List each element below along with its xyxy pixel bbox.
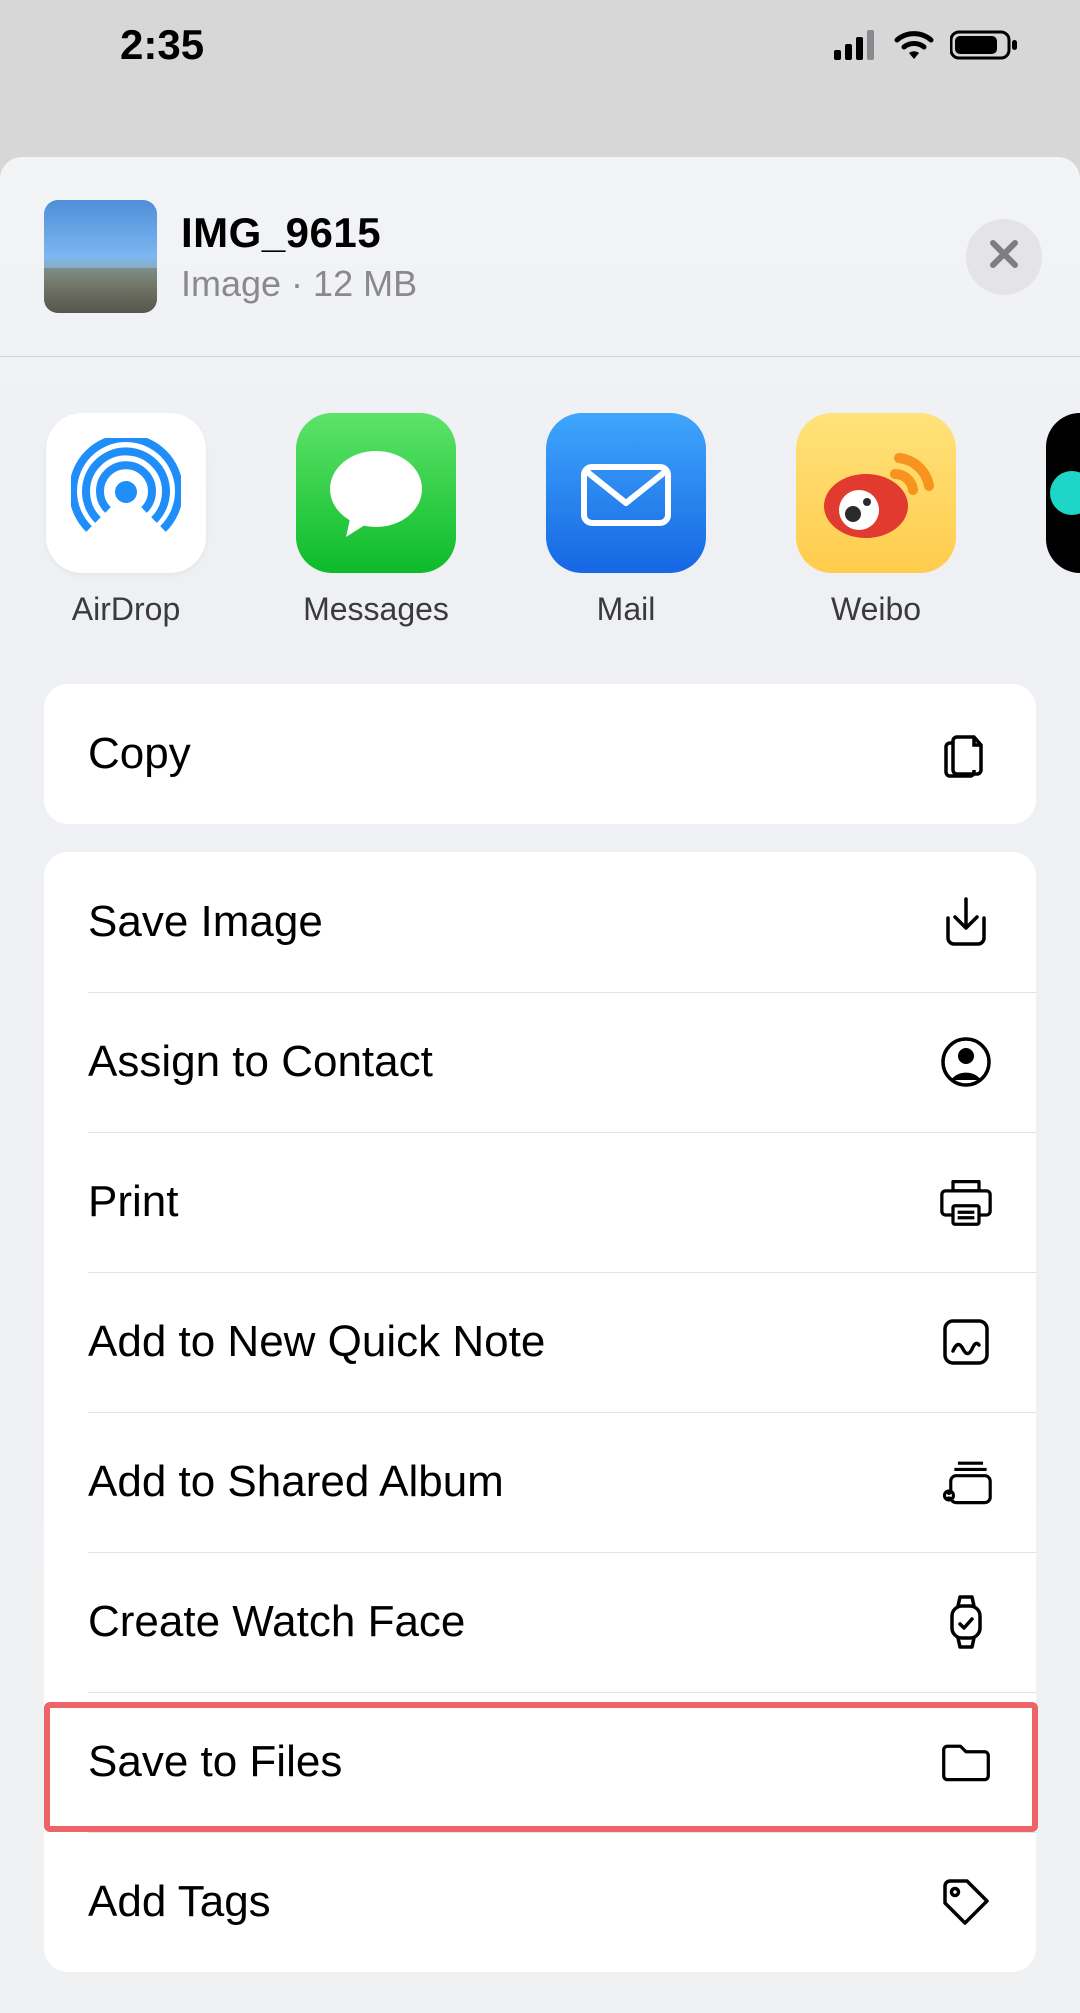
action-shared-album[interactable]: Add to Shared Album bbox=[44, 1412, 1036, 1552]
contact-icon bbox=[940, 1036, 992, 1088]
battery-icon bbox=[950, 29, 1020, 61]
action-label: Assign to Contact bbox=[88, 1037, 433, 1087]
action-add-tags[interactable]: Add Tags bbox=[44, 1832, 1036, 1972]
action-copy[interactable]: Copy bbox=[44, 684, 1036, 824]
mail-icon bbox=[546, 413, 706, 573]
file-subtitle: Image · 12 MB bbox=[181, 263, 966, 305]
share-sheet: IMG_9615 Image · 12 MB bbox=[0, 157, 1080, 2013]
share-app-mail[interactable]: Mail bbox=[546, 413, 706, 628]
messages-icon bbox=[296, 413, 456, 573]
action-assign-contact[interactable]: Assign to Contact bbox=[44, 992, 1036, 1132]
print-icon bbox=[940, 1176, 992, 1228]
file-title: IMG_9615 bbox=[181, 209, 966, 257]
action-watch-face[interactable]: Create Watch Face bbox=[44, 1552, 1036, 1692]
action-group-copy: Copy bbox=[44, 684, 1036, 824]
action-quick-note[interactable]: Add to New Quick Note bbox=[44, 1272, 1036, 1412]
quick-note-icon bbox=[940, 1316, 992, 1368]
action-label: Create Watch Face bbox=[88, 1597, 465, 1647]
more-app-icon bbox=[1046, 413, 1080, 573]
action-group-main: Save Image Assign to Contact Print bbox=[44, 852, 1036, 1972]
status-right bbox=[834, 29, 1020, 61]
action-label: Add Tags bbox=[88, 1877, 271, 1927]
action-label: Add to Shared Album bbox=[88, 1457, 504, 1507]
shared-album-icon bbox=[940, 1456, 992, 1508]
status-time: 2:35 bbox=[120, 21, 204, 69]
action-save-image[interactable]: Save Image bbox=[44, 852, 1036, 992]
file-thumbnail bbox=[44, 200, 157, 313]
wifi-icon bbox=[892, 29, 936, 61]
app-label: AirDrop bbox=[46, 591, 206, 628]
action-label: Save Image bbox=[88, 897, 323, 947]
action-print[interactable]: Print bbox=[44, 1132, 1036, 1272]
folder-icon bbox=[940, 1736, 992, 1788]
status-bar: 2:35 bbox=[0, 0, 1080, 90]
app-label: Messages bbox=[296, 591, 456, 628]
share-app-weibo[interactable]: Weibo bbox=[796, 413, 956, 628]
sheet-header: IMG_9615 Image · 12 MB bbox=[0, 157, 1080, 357]
app-row[interactable]: AirDrop Messages Mail bbox=[0, 357, 1080, 664]
weibo-icon bbox=[796, 413, 956, 573]
watch-icon bbox=[940, 1596, 992, 1648]
app-label: Mail bbox=[546, 591, 706, 628]
download-icon bbox=[940, 896, 992, 948]
cellular-icon bbox=[834, 30, 878, 60]
action-label: Print bbox=[88, 1177, 178, 1227]
file-meta: IMG_9615 Image · 12 MB bbox=[181, 209, 966, 305]
app-label: Weibo bbox=[796, 591, 956, 628]
copy-icon bbox=[940, 728, 992, 780]
action-label: Copy bbox=[88, 729, 191, 779]
share-app-more[interactable] bbox=[1046, 413, 1080, 628]
airdrop-icon bbox=[46, 413, 206, 573]
action-save-to-files[interactable]: Save to Files bbox=[44, 1692, 1036, 1832]
action-label: Add to New Quick Note bbox=[88, 1317, 545, 1367]
tag-icon bbox=[940, 1876, 992, 1928]
close-icon bbox=[987, 237, 1021, 276]
close-button[interactable] bbox=[966, 219, 1042, 295]
action-label: Save to Files bbox=[88, 1737, 342, 1787]
share-app-messages[interactable]: Messages bbox=[296, 413, 456, 628]
share-app-airdrop[interactable]: AirDrop bbox=[46, 413, 206, 628]
